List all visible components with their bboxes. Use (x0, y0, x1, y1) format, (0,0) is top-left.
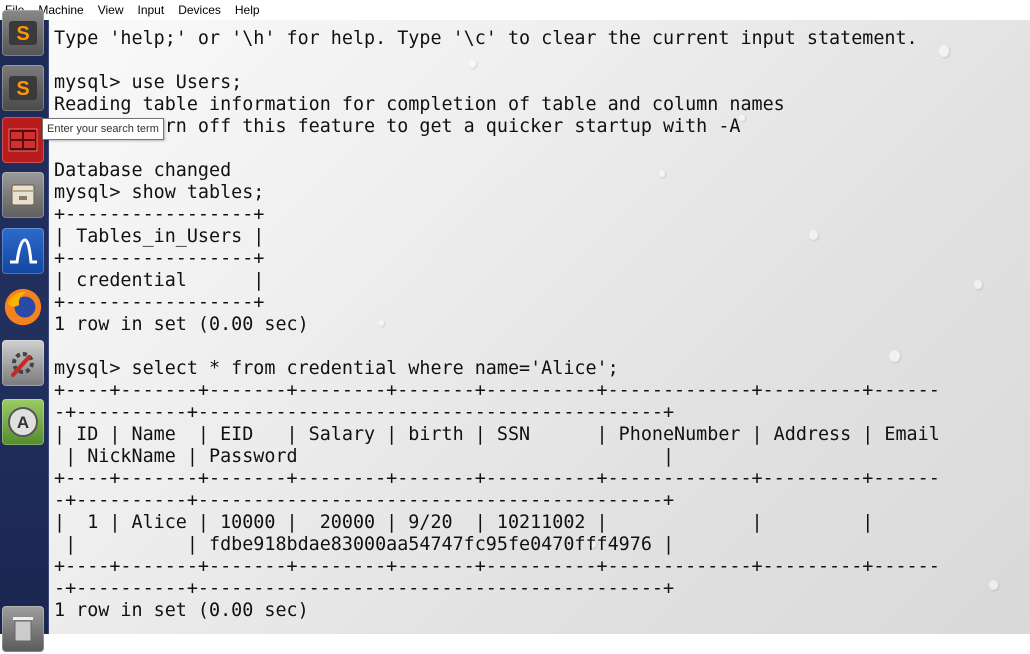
launcher-item-files[interactable] (1, 170, 45, 220)
terminal-line: You can turn off this feature to get a q… (54, 116, 741, 137)
terminal-line: Database changed (54, 160, 232, 181)
raindrop (939, 45, 949, 57)
raindrop (974, 280, 982, 289)
vm-menubar: File Machine View Input Devices Help (0, 0, 1030, 20)
trash-icon (2, 606, 44, 652)
terminal-line: -+----------+---------------------------… (54, 490, 675, 511)
terminal-line: -+----------+---------------------------… (54, 402, 675, 423)
menu-input[interactable]: Input (131, 0, 172, 20)
firefox-icon (2, 284, 44, 330)
launcher-item-sublime-2[interactable]: S (1, 63, 45, 113)
terminal-line: 1 row in set (0.00 sec) (54, 314, 309, 335)
launcher-item-wireshark[interactable] (1, 226, 45, 276)
terminal-icon (2, 117, 44, 163)
menu-devices[interactable]: Devices (171, 0, 228, 20)
terminal-line: +----+-------+-------+--------+-------+-… (54, 380, 940, 401)
terminal-line: | NickName | Password | (54, 446, 675, 467)
terminal-line: mysql> use Users; (54, 72, 243, 93)
launcher-item-sublime[interactable]: S (1, 8, 45, 58)
terminal-line: +----+-------+-------+--------+-------+-… (54, 556, 940, 577)
terminal-line: | credential | (54, 270, 265, 291)
launcher-item-firefox[interactable] (1, 282, 45, 332)
terminal-line: +----+-------+-------+--------+-------+-… (54, 468, 940, 489)
launcher-item-terminal[interactable] (1, 115, 45, 165)
launcher-tooltip: Enter your search term (42, 118, 164, 140)
terminal-line: +-----------------+ (54, 248, 265, 269)
menu-help[interactable]: Help (228, 0, 267, 20)
terminal-line: Type 'help;' or '\h' for help. Type '\c'… (54, 28, 918, 49)
launcher-item-trash[interactable] (1, 604, 45, 654)
terminal-line: | | fdbe918bdae83000aa54747fc95fe0470fff… (54, 534, 675, 555)
svg-text:S: S (16, 23, 29, 45)
terminal-line: | Tables_in_Users | (54, 226, 265, 247)
terminal-output: Type 'help;' or '\h' for help. Type '\c'… (54, 28, 940, 622)
terminal-line: mysql> show tables; (54, 182, 265, 203)
terminal-line: 1 row in set (0.00 sec) (54, 600, 309, 621)
svg-text:A: A (17, 413, 29, 432)
terminal-line: | 1 | Alice | 10000 | 20000 | 9/20 | 102… (54, 512, 874, 533)
launcher-item-settings[interactable] (1, 338, 45, 388)
terminal-window[interactable]: Type 'help;' or '\h' for help. Type '\c'… (49, 20, 1030, 634)
terminal-line: mysql> select * from credential where na… (54, 358, 619, 379)
terminal-line: -+----------+---------------------------… (54, 578, 675, 599)
launcher-item-updater[interactable]: A (1, 397, 45, 447)
launcher: S S A (0, 10, 49, 652)
menu-view[interactable]: View (91, 0, 131, 20)
raindrop (989, 580, 998, 590)
terminal-line: +-----------------+ (54, 292, 265, 313)
sublime-text-icon: S (2, 65, 44, 111)
system-settings-icon (2, 340, 44, 386)
file-manager-icon (2, 172, 44, 218)
terminal-line: Reading table information for completion… (54, 94, 785, 115)
svg-text:S: S (16, 78, 29, 100)
software-updater-icon: A (2, 399, 44, 445)
terminal-line: +-----------------+ (54, 204, 265, 225)
sublime-text-icon: S (2, 10, 44, 56)
wireshark-icon (2, 228, 44, 274)
terminal-line: | ID | Name | EID | Salary | birth | SSN… (54, 424, 940, 445)
